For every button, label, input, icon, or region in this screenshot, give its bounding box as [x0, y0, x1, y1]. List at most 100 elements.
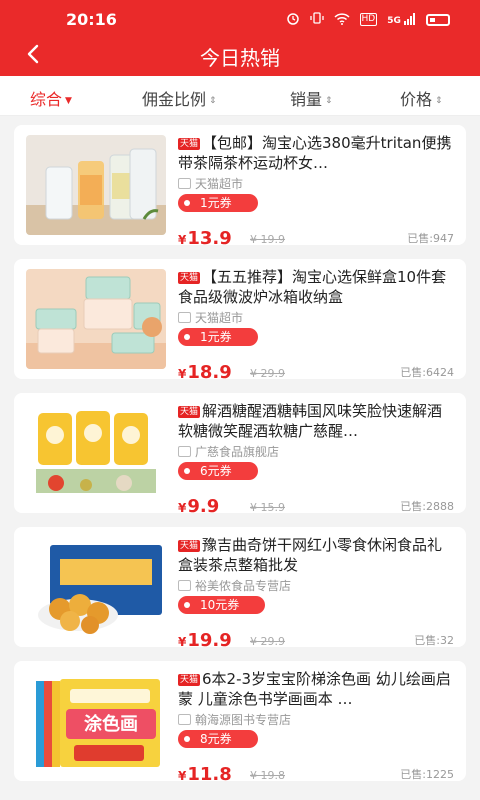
sold-count: 已售:32 [414, 634, 454, 647]
tab-price[interactable]: 价格 ⇕ [400, 86, 443, 110]
product-info: 天猫 【包邮】淘宝心选380毫升tritan便携带茶隔茶杯运动杯女… 天猫超市 1… [178, 133, 454, 249]
shop-label: 广慈食品旗舰店 [195, 445, 280, 459]
price-row: ¥11.8 ¥ 19.8 已售:1225 [178, 763, 454, 785]
price-value: 11.8 [187, 764, 232, 785]
shop-name: 天猫超市 [178, 310, 454, 326]
vibrate-icon [309, 11, 324, 28]
shop-label: 翰海源图书专营店 [195, 713, 292, 727]
price-value: 9.9 [187, 496, 220, 517]
nav-bar: 今日热销 [0, 36, 480, 76]
status-bar: 20:16 HD 5G [0, 0, 480, 36]
shop-name: 广慈食品旗舰店 [178, 444, 454, 460]
price: ¥13.9 [178, 228, 232, 249]
yen-symbol: ¥ [178, 769, 187, 783]
tab-label: 销量 [290, 90, 323, 109]
battery-icon [426, 13, 450, 26]
coupon-badge[interactable]: 1元券 [178, 194, 258, 212]
price-value: 13.9 [187, 228, 232, 249]
sold-count: 已售:6424 [400, 366, 454, 379]
product-title-text: 豫吉曲奇饼干网红小零食休闲食品礼盒装茶点整箱批发 [178, 536, 443, 574]
product-info: 天猫 【五五推荐】淘宝心选保鲜盒10件套食品级微波炉冰箱收纳盒 天猫超市 1元券 … [178, 267, 454, 383]
sort-updown-icon: ⇕ [325, 95, 333, 106]
sold-count: 已售:947 [407, 232, 454, 245]
product-title: 天猫 【包邮】淘宝心选380毫升tritan便携带茶隔茶杯运动杯女… [178, 133, 454, 173]
coloring-book-cover-text: 涂色画 [84, 713, 138, 735]
sort-updown-icon: ⇕ [435, 95, 443, 106]
status-time: 20:16 [66, 10, 117, 29]
price-value: 18.9 [187, 362, 232, 383]
store-icon [178, 178, 191, 189]
product-image-hangover-candy [26, 403, 166, 503]
coupon-badge[interactable]: 1元券 [178, 328, 258, 346]
coupon-badge[interactable]: 6元券 [178, 462, 258, 480]
tmall-badge: 天猫 [178, 138, 201, 150]
signal-icon: 5G [387, 13, 416, 26]
price: ¥9.9 [178, 496, 219, 517]
product-card[interactable]: 天猫 解酒糖醒酒糖韩国风味笑脸快速解酒软糖微笑醒酒软糖广慈醒… 广慈食品旗舰店 6… [14, 393, 466, 517]
coupon-badge[interactable]: 10元券 [178, 596, 266, 614]
product-card[interactable]: 天猫 【包邮】淘宝心选380毫升tritan便携带茶隔茶杯运动杯女… 天猫超市 1… [14, 125, 466, 249]
shop-label: 裕美侬食品专营店 [195, 579, 292, 593]
product-title: 天猫 【五五推荐】淘宝心选保鲜盒10件套食品级微波炉冰箱收纳盒 [178, 267, 454, 307]
status-icons: HD 5G [286, 11, 450, 28]
product-card[interactable]: 天猫 豫吉曲奇饼干网红小零食休闲食品礼盒装茶点整箱批发 裕美侬食品专营店 10元券… [14, 527, 466, 651]
product-title-text: 解酒糖醒酒糖韩国风味笑脸快速解酒软糖微笑醒酒软糖广慈醒… [178, 402, 443, 440]
price-value: 19.9 [187, 630, 232, 651]
price: ¥11.8 [178, 764, 232, 785]
price: ¥18.9 [178, 362, 232, 383]
shop-label: 天猫超市 [195, 177, 244, 191]
tmall-badge: 天猫 [178, 674, 201, 686]
product-info: 天猫 6本2-3岁宝宝阶梯涂色画 幼儿绘画启蒙 儿童涂色书学画画本 … 翰海源图书… [178, 669, 454, 785]
caret-down-icon: ▼ [65, 95, 72, 106]
tmall-badge: 天猫 [178, 272, 201, 284]
product-image-coloring-books: 涂色画 [26, 671, 166, 771]
tmall-badge: 天猫 [178, 406, 201, 418]
product-title-text: 【五五推荐】淘宝心选保鲜盒10件套食品级微波炉冰箱收纳盒 [178, 268, 447, 306]
shop-label: 天猫超市 [195, 311, 244, 325]
product-card[interactable]: 涂色画 天猫 6本2-3岁宝宝阶梯涂色画 幼儿绘画启蒙 儿童涂色书学画画本 … 翰… [14, 661, 466, 785]
yen-symbol: ¥ [178, 501, 187, 515]
product-image-cookie-box [26, 537, 166, 637]
original-price: ¥ 29.9 [250, 367, 285, 380]
sold-count: 已售:2888 [400, 500, 454, 513]
yen-symbol: ¥ [178, 367, 187, 381]
tab-commission-ratio[interactable]: 佣金比例 ⇕ [142, 86, 217, 110]
product-image-water-bottles [26, 135, 166, 235]
product-card[interactable]: 天猫 【五五推荐】淘宝心选保鲜盒10件套食品级微波炉冰箱收纳盒 天猫超市 1元券 … [14, 259, 466, 383]
coupon-badge[interactable]: 8元券 [178, 730, 258, 748]
original-price: ¥ 15.9 [250, 501, 285, 514]
product-image-food-containers [26, 269, 166, 369]
price-row: ¥9.9 ¥ 15.9 已售:2888 [178, 495, 454, 517]
original-price: ¥ 19.9 [250, 233, 285, 246]
store-icon [178, 312, 191, 323]
product-info: 天猫 解酒糖醒酒糖韩国风味笑脸快速解酒软糖微笑醒酒软糖广慈醒… 广慈食品旗舰店 6… [178, 401, 454, 517]
shop-name: 裕美侬食品专营店 [178, 578, 454, 594]
price-row: ¥19.9 ¥ 29.9 已售:32 [178, 629, 454, 651]
original-price: ¥ 29.9 [250, 635, 285, 648]
tab-label: 佣金比例 [142, 90, 207, 109]
tab-sales[interactable]: 销量 ⇕ [290, 86, 333, 110]
shop-name: 翰海源图书专营店 [178, 712, 454, 728]
signal-label: 5G [387, 16, 401, 26]
store-icon [178, 714, 191, 725]
product-title: 天猫 豫吉曲奇饼干网红小零食休闲食品礼盒装茶点整箱批发 [178, 535, 454, 575]
wifi-icon [333, 12, 350, 28]
store-icon [178, 580, 191, 591]
store-icon [178, 446, 191, 457]
original-price: ¥ 19.8 [250, 769, 285, 782]
yen-symbol: ¥ [178, 635, 187, 649]
sort-bar: 综合 ▼ 佣金比例 ⇕ 销量 ⇕ 价格 ⇕ [0, 76, 480, 116]
product-title-text: 6本2-3岁宝宝阶梯涂色画 幼儿绘画启蒙 儿童涂色书学画画本 … [178, 670, 451, 708]
tab-comprehensive[interactable]: 综合 ▼ [30, 86, 72, 110]
hd-icon: HD [359, 13, 378, 26]
tab-label: 价格 [400, 90, 433, 109]
tmall-badge: 天猫 [178, 540, 201, 552]
price: ¥19.9 [178, 630, 232, 651]
yen-symbol: ¥ [178, 233, 187, 247]
product-title: 天猫 6本2-3岁宝宝阶梯涂色画 幼儿绘画启蒙 儿童涂色书学画画本 … [178, 669, 454, 709]
shop-name: 天猫超市 [178, 176, 454, 192]
product-info: 天猫 豫吉曲奇饼干网红小零食休闲食品礼盒装茶点整箱批发 裕美侬食品专营店 10元券… [178, 535, 454, 651]
alarm-icon [286, 11, 300, 28]
page-title: 今日热销 [200, 46, 280, 70]
price-row: ¥18.9 ¥ 29.9 已售:6424 [178, 361, 454, 383]
